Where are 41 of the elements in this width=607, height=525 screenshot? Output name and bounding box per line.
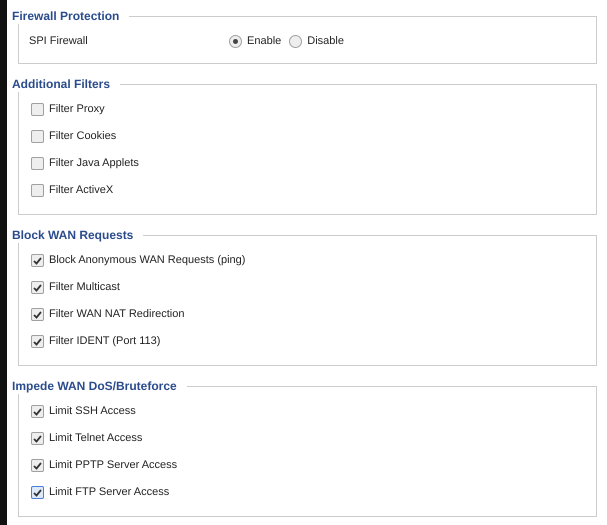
checkbox-label: Block Anonymous WAN Requests (ping) xyxy=(49,253,246,268)
checkmark-icon xyxy=(33,434,42,442)
checkbox[interactable] xyxy=(31,335,44,348)
checkbox-label: Filter Java Applets xyxy=(49,156,139,172)
section-legend: Block WAN Requests xyxy=(12,227,144,243)
checkbox-label: Filter ActiveX xyxy=(49,183,114,198)
radio-label: Disable xyxy=(307,34,344,49)
radio-button[interactable] xyxy=(229,34,242,48)
section-legend: Additional Filters xyxy=(12,76,120,92)
checkbox[interactable] xyxy=(31,157,44,170)
checkbox[interactable] xyxy=(31,432,44,445)
checkbox-label: Filter Proxy xyxy=(49,102,105,118)
checkbox[interactable] xyxy=(31,281,44,294)
section-legend: Impede WAN DoS/Bruteforce xyxy=(12,378,187,394)
checkbox[interactable] xyxy=(31,405,44,418)
checkbox-label: Filter Multicast xyxy=(49,280,120,296)
checkmark-icon xyxy=(33,284,42,292)
checkbox-label: Limit PPTP Server Access xyxy=(49,458,178,474)
checkmark-icon xyxy=(33,256,42,264)
checkbox-label: Filter WAN NAT Redirection xyxy=(49,307,184,322)
checkbox[interactable] xyxy=(31,254,44,267)
checkmark-icon xyxy=(33,408,42,416)
radio-label: Enable xyxy=(247,34,282,49)
checkbox[interactable] xyxy=(31,184,44,197)
checkbox-label: Filter Cookies xyxy=(49,129,116,144)
checkbox-label: Filter IDENT (Port 113) xyxy=(49,334,160,350)
checkbox[interactable] xyxy=(31,486,44,499)
field-label: SPI Firewall xyxy=(29,34,89,49)
checkmark-icon xyxy=(33,338,42,346)
radio-button[interactable] xyxy=(289,34,302,48)
checkmark-icon xyxy=(33,310,42,318)
checkbox[interactable] xyxy=(31,130,44,143)
checkmark-icon xyxy=(33,488,42,496)
checkbox-label: Limit SSH Access xyxy=(49,404,136,420)
checkbox[interactable] xyxy=(31,103,44,116)
section-legend: Firewall Protection xyxy=(12,8,130,24)
checkbox[interactable] xyxy=(31,308,44,321)
checkmark-icon xyxy=(33,462,42,470)
checkbox[interactable] xyxy=(31,459,44,472)
checkbox-label: Limit FTP Server Access xyxy=(49,485,170,500)
checkbox-label: Limit Telnet Access xyxy=(49,431,142,446)
